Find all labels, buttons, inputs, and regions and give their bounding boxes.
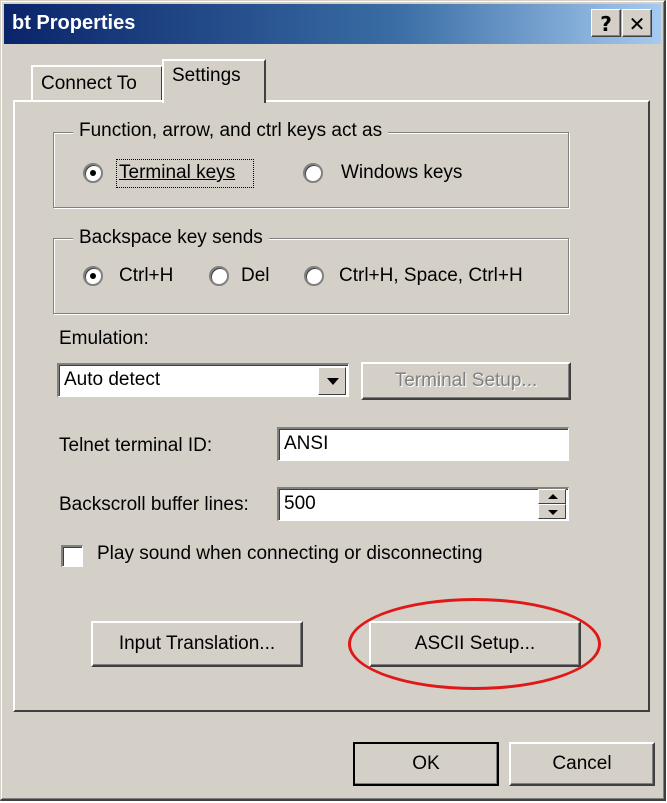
telnet-terminal-id-field[interactable]: ANSI [277, 427, 569, 461]
close-icon: ✕ [628, 12, 646, 36]
window-title: bt Properties [12, 12, 136, 34]
keys-group-legend: Function, arrow, and ctrl keys act as [73, 120, 389, 142]
ok-button[interactable]: OK [353, 742, 499, 786]
del-label[interactable]: Del [241, 265, 270, 287]
title-bar[interactable]: bt Properties ? ✕ [4, 4, 661, 44]
telnet-label: Telnet terminal ID: [59, 435, 213, 456]
tab-connect-to-label: Connect To [41, 73, 137, 94]
radio-selected-dot [90, 273, 96, 279]
spin-down-button[interactable] [538, 504, 566, 519]
properties-dialog: bt Properties ? ✕ Connect To Settings Fu… [0, 0, 666, 801]
tab-connect-to[interactable]: Connect To [31, 65, 163, 101]
spin-up-button[interactable] [538, 489, 566, 504]
input-translation-button[interactable]: Input Translation... [91, 621, 303, 667]
help-button[interactable]: ? [591, 9, 621, 37]
telnet-value: ANSI [284, 433, 329, 454]
emulation-value: Auto detect [64, 369, 161, 390]
terminal-setup-label: Terminal Setup... [394, 370, 538, 391]
cancel-label: Cancel [552, 753, 612, 774]
terminal-setup-button[interactable]: Terminal Setup... [361, 362, 571, 400]
ok-label: OK [412, 753, 440, 774]
ctrl-h-label[interactable]: Ctrl+H [119, 265, 173, 287]
dropdown-button[interactable] [318, 367, 346, 395]
emulation-dropdown[interactable]: Auto detect [57, 363, 349, 397]
spin-down-icon [548, 510, 558, 515]
backscroll-label: Backscroll buffer lines: [59, 494, 249, 515]
ctrl-h-space-label[interactable]: Ctrl+H, Space, Ctrl+H [339, 265, 523, 287]
play-sound-label[interactable]: Play sound when connecting or disconnect… [97, 543, 483, 565]
cancel-button[interactable]: Cancel [509, 742, 655, 786]
play-sound-checkbox[interactable] [61, 545, 83, 567]
input-translation-label: Input Translation... [118, 633, 276, 654]
highlight-circle [348, 598, 601, 690]
radio-ctrl-h-space[interactable] [304, 266, 324, 286]
radio-selected-dot [90, 170, 96, 176]
radio-terminal-keys[interactable] [83, 163, 103, 183]
close-button[interactable]: ✕ [622, 9, 652, 37]
backscroll-value: 500 [284, 493, 316, 514]
emulation-label: Emulation: [59, 328, 149, 349]
help-icon: ? [600, 12, 612, 36]
chevron-down-icon [327, 378, 339, 385]
tab-settings[interactable]: Settings [162, 59, 266, 103]
radio-windows-keys[interactable] [303, 163, 323, 183]
radio-del[interactable] [209, 266, 229, 286]
focus-rect [116, 159, 254, 188]
backspace-group-legend: Backspace key sends [73, 227, 269, 249]
tab-settings-label: Settings [172, 65, 241, 86]
backscroll-field[interactable]: 500 [277, 487, 569, 521]
radio-ctrl-h[interactable] [83, 266, 103, 286]
spin-up-icon [548, 494, 558, 499]
windows-keys-label[interactable]: Windows keys [341, 162, 462, 184]
